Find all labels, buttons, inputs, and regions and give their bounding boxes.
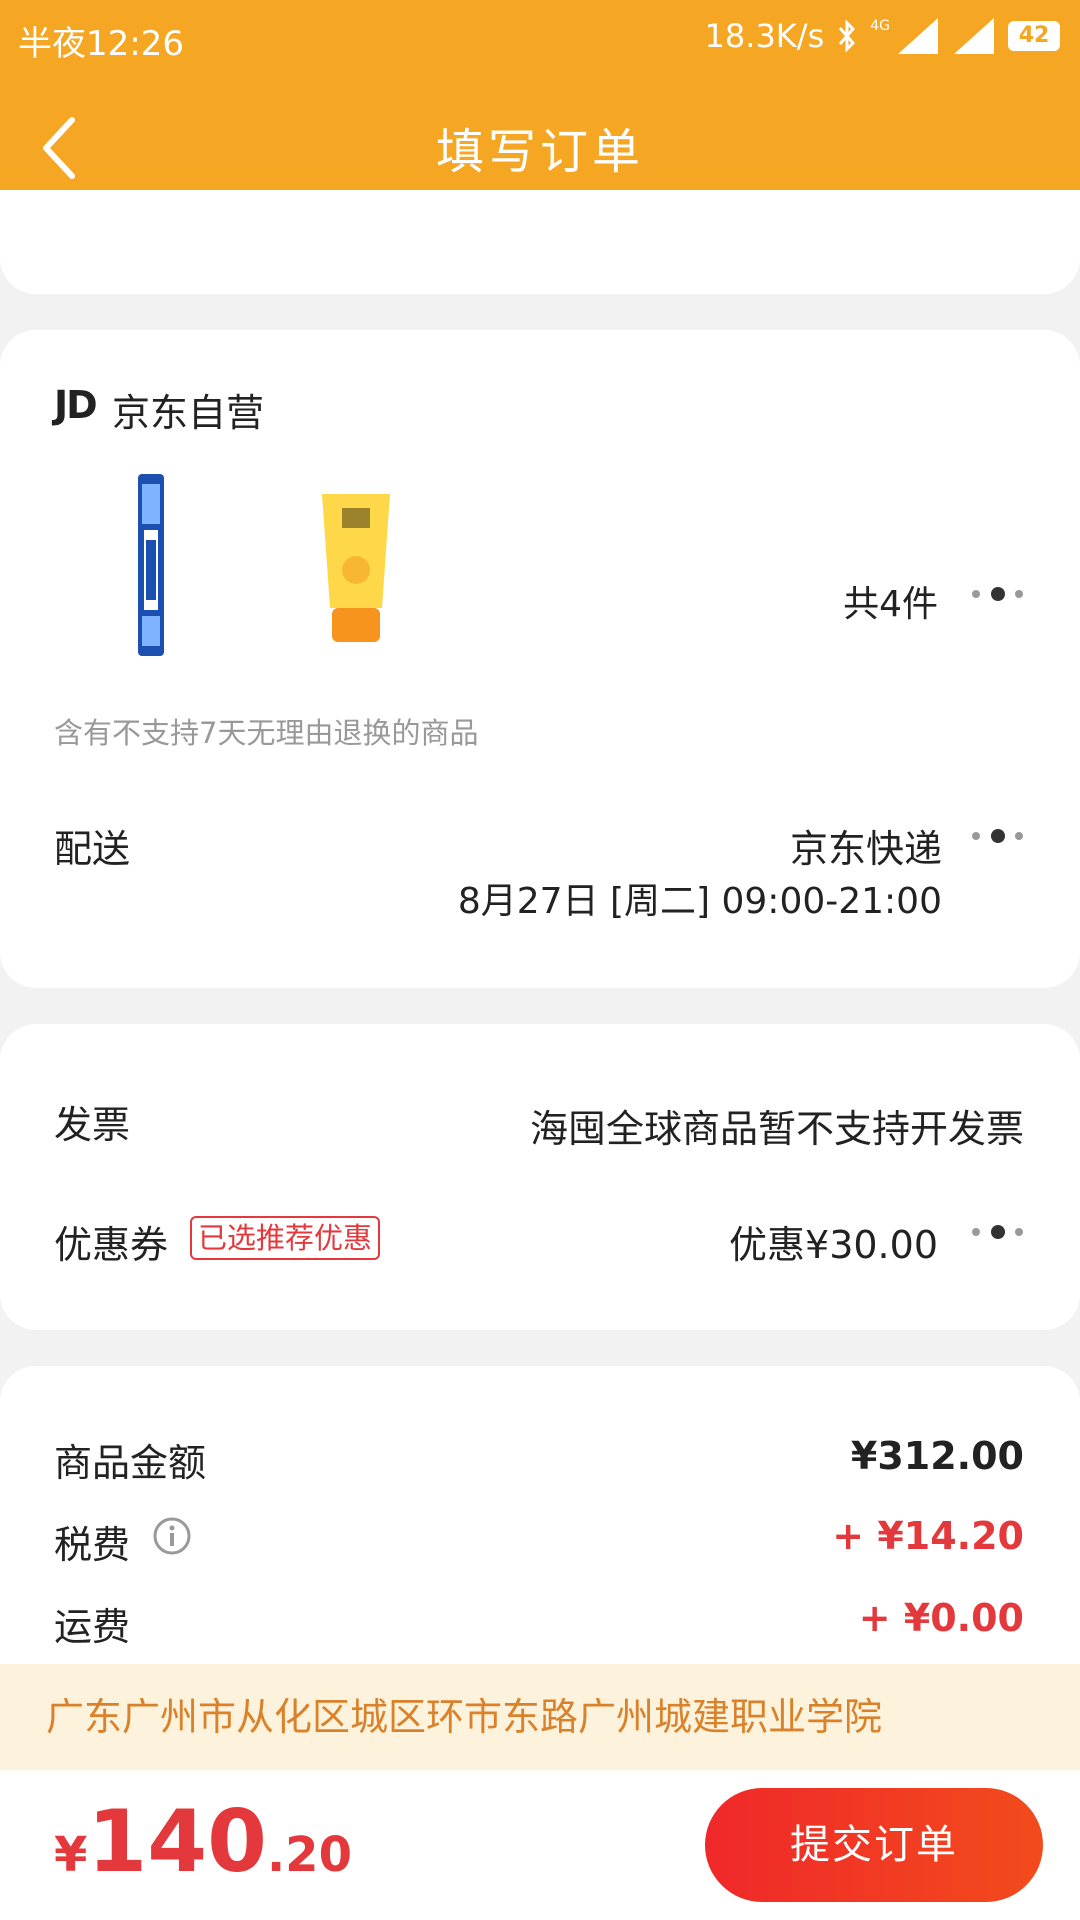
goods-amount-label: 商品金额: [54, 1441, 207, 1485]
bluetooth-icon: [839, 19, 856, 53]
total-integer: 140: [87, 1792, 267, 1892]
delivery-time[interactable]: 8月27日 [周二] 09:00-21:00: [458, 872, 942, 924]
invoice-label: 发票: [54, 1103, 131, 1147]
toothbrush-product-image[interactable]: [120, 470, 180, 660]
store-name: 京东自营: [112, 391, 265, 435]
jd-logo: JD: [54, 383, 98, 427]
shipping-value: + ¥0.00: [858, 1596, 1024, 1640]
more-dots-icon[interactable]: [972, 584, 1024, 604]
goods-amount-value: ¥312.00: [850, 1434, 1024, 1478]
submit-order-button[interactable]: 提交订单: [705, 1788, 1043, 1902]
tax-value: + ¥14.20: [832, 1514, 1024, 1558]
net-speed: 18.3K/s: [704, 17, 825, 55]
info-icon[interactable]: [152, 1516, 192, 1556]
address-card-partial[interactable]: [0, 190, 1080, 294]
coupon-more-dots-icon[interactable]: [972, 1222, 1024, 1242]
wifi-signal-icon: [954, 18, 994, 54]
status-icons: 18.3K/s 4G 42: [705, 14, 1060, 58]
signal-icon: [898, 18, 938, 54]
order-total: ¥140.20: [54, 1792, 352, 1892]
invoice-card: [0, 1024, 1080, 1330]
network-type: 4G: [870, 18, 890, 34]
bottom-bar: ¥140.20 提交订单: [0, 1770, 1080, 1920]
tax-label: 税费: [54, 1523, 131, 1567]
total-decimal: .20: [266, 1827, 352, 1883]
status-time: 半夜12:26: [18, 24, 184, 64]
invoice-value: 海囤全球商品暂不支持开发票: [529, 1107, 1024, 1151]
coupon-badge: 已选推荐优惠: [190, 1216, 381, 1260]
page-title: 填写订单: [435, 124, 644, 180]
shipping-label: 运费: [54, 1605, 131, 1649]
item-total-count[interactable]: 共4件: [843, 575, 938, 627]
coupon-label: 优惠券: [54, 1223, 169, 1267]
address-text: 广东广州市从化区城区环市东路广州城建职业学院: [46, 1695, 883, 1739]
coupon-value[interactable]: 优惠¥30.00: [729, 1214, 938, 1269]
cream-product-image[interactable]: [318, 490, 394, 646]
delivery-method[interactable]: 京东快递: [790, 818, 942, 873]
status-bar: 半夜12:26 18.3K/s 4G 42: [0, 0, 1080, 76]
return-policy-note: 含有不支持7天无理由退换的商品: [54, 716, 479, 750]
delivery-label: 配送: [54, 827, 131, 871]
battery-indicator: 42: [1008, 21, 1060, 51]
delivery-more-dots-icon[interactable]: [972, 826, 1024, 846]
address-reminder-bar[interactable]: 广东广州市从化区城区环市东路广州城建职业学院: [0, 1664, 1080, 1770]
currency-symbol: ¥: [54, 1827, 88, 1883]
